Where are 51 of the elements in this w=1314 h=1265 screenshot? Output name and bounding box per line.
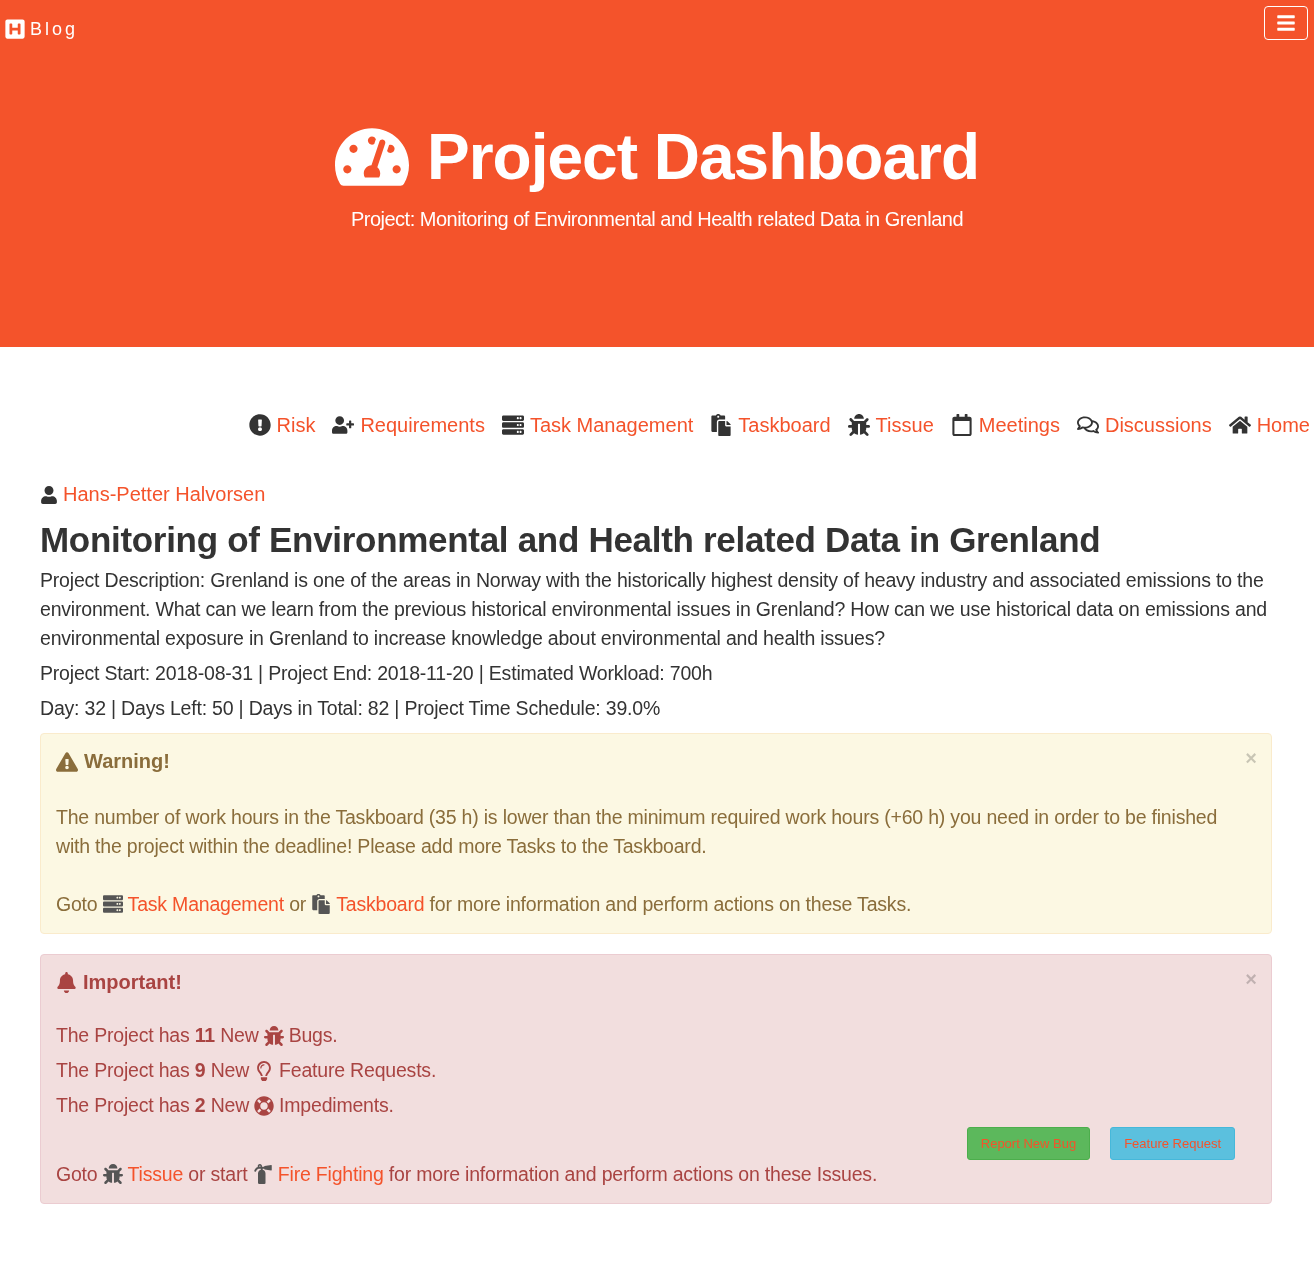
menu-icon bbox=[1276, 13, 1296, 33]
link[interactable]: Taskboard bbox=[336, 893, 425, 915]
alert-title: Important! bbox=[83, 971, 182, 994]
brand-link[interactable]: Blog bbox=[4, 6, 79, 40]
issue-count-text: The Project has 11 New bbox=[56, 1023, 259, 1048]
stacked-bars-icon bbox=[102, 894, 123, 914]
link[interactable]: Tissue bbox=[127, 1163, 184, 1185]
documents-icon bbox=[710, 414, 733, 436]
nav-link[interactable]: Risk bbox=[276, 411, 316, 439]
goto-text: Goto Tissue or start Fire Fighting for more information and perform actions on these Issues. bbox=[56, 1162, 879, 1187]
home-icon bbox=[1228, 414, 1251, 436]
bug-icon bbox=[847, 414, 870, 436]
project-subtitle: Project: Monitoring of Environmental and Health related Data in Grenland bbox=[350, 208, 964, 231]
page-title: Project Dashboard bbox=[427, 120, 979, 194]
stacked-bars-icon bbox=[501, 414, 524, 436]
nav-link[interactable]: Home bbox=[1256, 411, 1310, 439]
bell-icon bbox=[56, 972, 77, 993]
nav-link[interactable]: Taskboard bbox=[738, 411, 831, 439]
documents-icon bbox=[311, 894, 332, 914]
issue-count-text: The Project has 2 New bbox=[56, 1093, 250, 1118]
bug-icon bbox=[102, 1164, 123, 1184]
warning-icon bbox=[56, 750, 78, 773]
nav-link[interactable]: Task Management bbox=[529, 411, 694, 439]
fire-extinguisher-icon bbox=[252, 1164, 273, 1184]
user-icon bbox=[40, 485, 58, 504]
calendar-icon bbox=[950, 414, 973, 436]
issue-type-text: Feature Requests. bbox=[279, 1058, 437, 1083]
project-title: Monitoring of Environmental and Health related Data in Grenland bbox=[40, 520, 1102, 560]
project-schedule: Day: 32 | Days Left: 50 | Days in Total: 82 | Project Time Schedule: 39.0% bbox=[40, 696, 662, 721]
link[interactable]: Task Management bbox=[127, 893, 284, 915]
project-description: Project Description: Grenland is one of the areas in Norway with the historically highest density of heavy industry and associated emissions to the environment. What can we learn from the previous historical environmental issues in Grenland? How can we use historical data on emissions and environmental exposure in Grenland to increase knowledge about environmental and health issues? bbox=[40, 568, 1268, 651]
issue-count-text: The Project has 9 New bbox=[56, 1058, 250, 1083]
author-link[interactable]: Hans-Petter Halvorsen bbox=[63, 483, 266, 506]
exclamation-icon bbox=[248, 414, 271, 436]
nav-link[interactable]: Meetings bbox=[978, 411, 1060, 439]
menu-button[interactable] bbox=[1264, 6, 1308, 40]
goto-text: Goto Task Management or Taskboard for more information and perform actions on these Tasks. bbox=[56, 892, 913, 917]
user-plus-icon bbox=[332, 414, 355, 436]
project-dates: Project Start: 2018-08-31 | Project End: 2018-11-20 | Estimated Workload: 700h bbox=[40, 661, 714, 686]
alert-title: Warning! bbox=[84, 750, 170, 773]
nav-link[interactable]: Requirements bbox=[360, 411, 485, 439]
warning-message: The number of work hours in the Taskboard (35 h) is lower than the minimum required work hours (+60 h) you need in order to be finished with the project within the deadline! Please add more Tasks to the Taskboard. bbox=[56, 805, 1219, 859]
link[interactable]: Fire Fighting bbox=[277, 1163, 384, 1185]
speech-bubbles-icon bbox=[1076, 414, 1099, 436]
h-logo-icon bbox=[4, 18, 26, 40]
nav-link[interactable]: Discussions bbox=[1104, 411, 1212, 439]
issue-type-text: Impediments. bbox=[279, 1093, 394, 1118]
lifebuoy-icon bbox=[254, 1095, 275, 1116]
issue-type-text: Bugs. bbox=[288, 1023, 338, 1048]
nav-link[interactable]: Tissue bbox=[875, 411, 934, 439]
bug-icon bbox=[263, 1025, 284, 1046]
